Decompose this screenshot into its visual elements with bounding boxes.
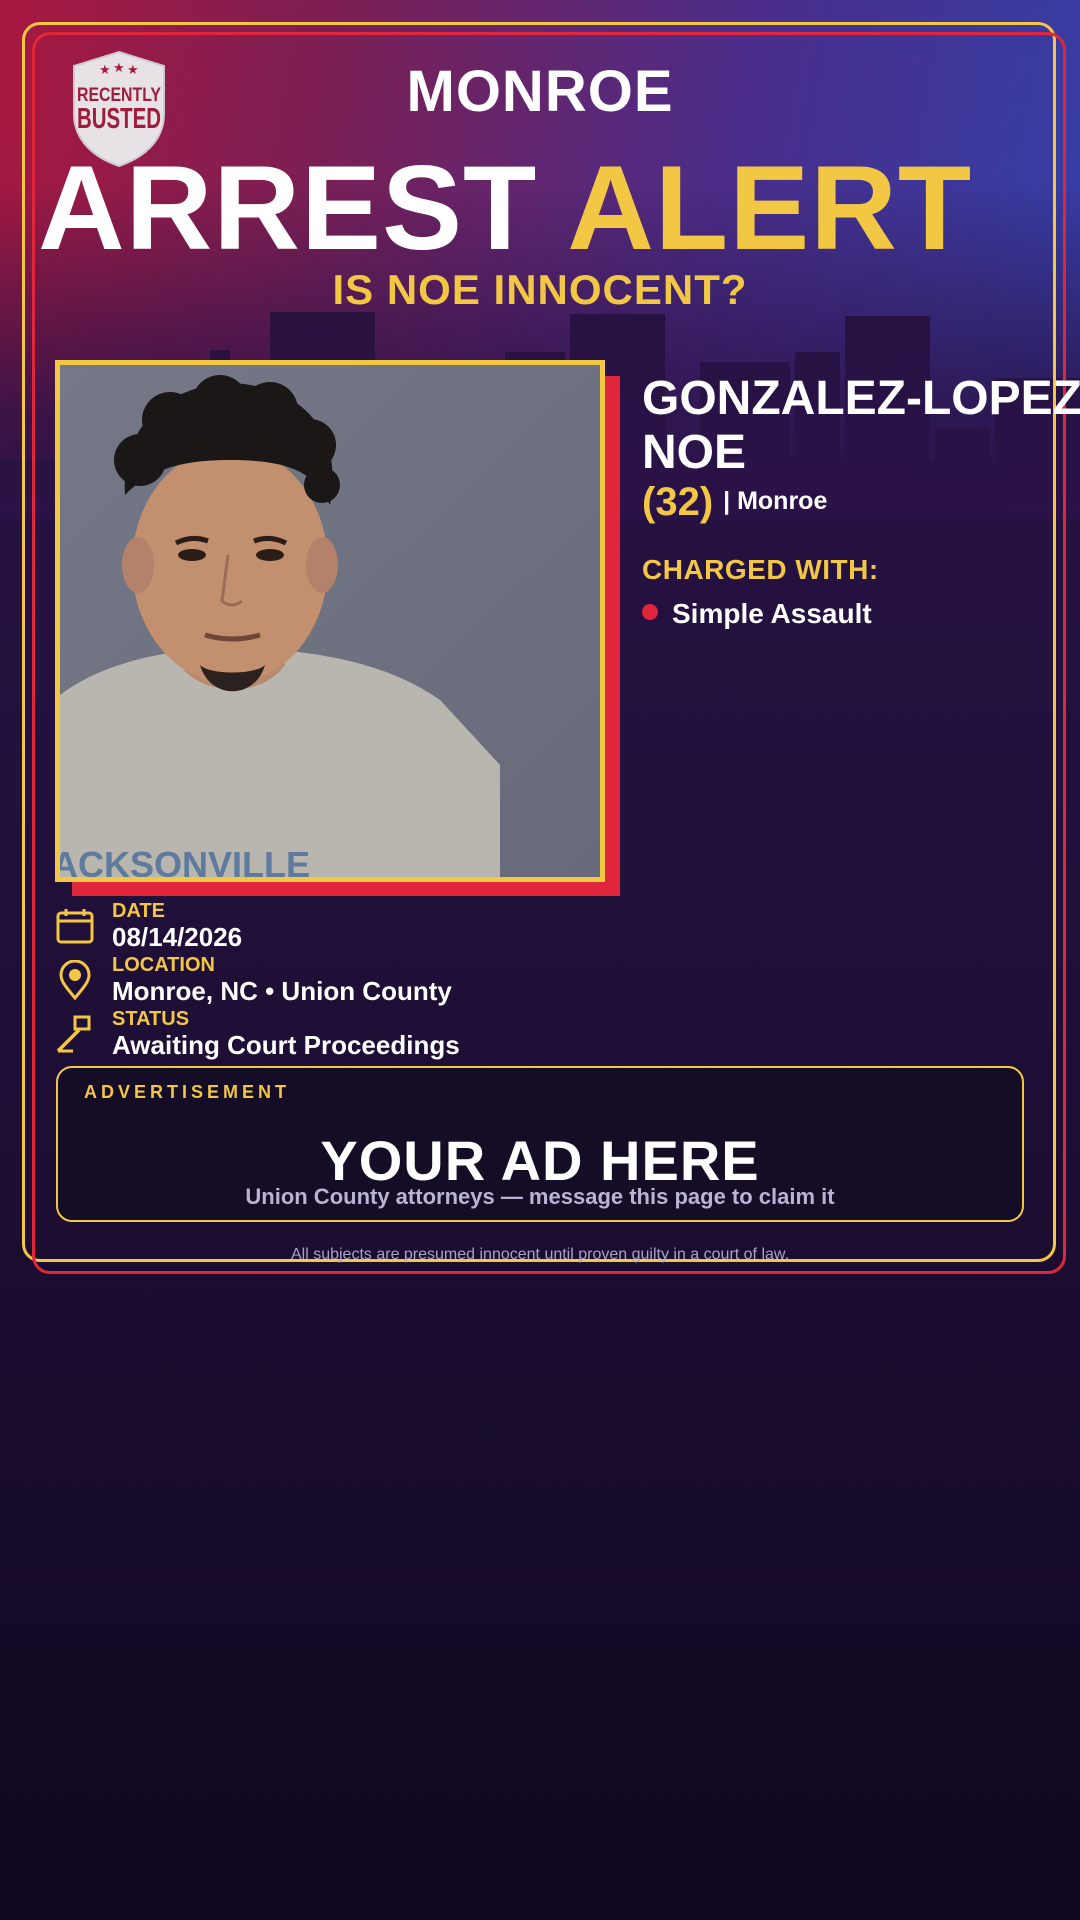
headline: ARREST ALERT [38, 148, 1078, 268]
advertisement-box[interactable]: ADVERTISEMENT YOUR AD HERE Union County … [56, 1066, 1024, 1222]
date-label: DATE [112, 900, 165, 922]
headline-alert: ALERT [567, 141, 973, 275]
mugshot-illustration: ACKSONVILLE [60, 365, 600, 877]
location-value: Monroe, NC • Union County [112, 976, 452, 1006]
innocence-question: IS NOE INNOCENT? [332, 266, 748, 313]
city-title: MONROE [406, 59, 674, 124]
mugshot-photo: ACKSONVILLE [55, 360, 605, 882]
charge-item: Simple Assault [642, 598, 872, 630]
location-pin-icon [59, 960, 91, 1000]
subject-first-name: NOE [642, 426, 747, 479]
location-row: LOCATION Monroe, NC • Union County [55, 954, 655, 1010]
subject-age: (32) [642, 480, 714, 524]
status-value: Awaiting Court Proceedings [112, 1030, 460, 1060]
subject-name: GONZALEZ-LOPEZ NOE [642, 372, 1080, 480]
headline-arrest: ARREST [38, 141, 538, 275]
advertisement-subtitle: Union County attorneys — message this pa… [245, 1184, 835, 1209]
charged-with-label: CHARGED WITH: [642, 554, 879, 585]
calendar-icon [56, 909, 94, 944]
age-line: (32) | Monroe [642, 480, 827, 525]
svg-text:ACKSONVILLE: ACKSONVILLE [60, 844, 310, 877]
date-row: DATE 08/14/2026 [55, 900, 655, 956]
date-value: 08/14/2026 [112, 922, 243, 952]
bullet-dot-icon [642, 604, 658, 620]
legal-disclaimer: All subjects are presumed innocent until… [290, 1246, 790, 1263]
status-label: STATUS [112, 1008, 190, 1030]
subject-last-name: GONZALEZ-LOPEZ [642, 372, 1080, 425]
status-row: STATUS Awaiting Court Proceedings [55, 1008, 655, 1064]
subject-town: | Monroe [723, 487, 828, 515]
charge-text: Simple Assault [672, 598, 872, 629]
location-label: LOCATION [112, 954, 215, 976]
gavel-icon [56, 1015, 91, 1053]
advertisement-label: ADVERTISEMENT [84, 1082, 291, 1102]
